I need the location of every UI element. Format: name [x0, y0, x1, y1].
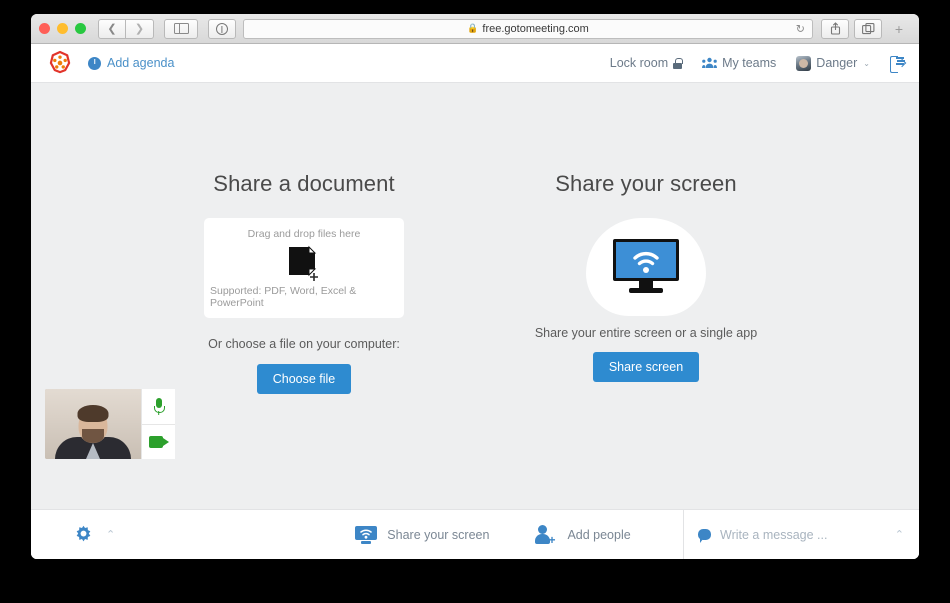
lock-icon: 🔒 — [467, 23, 479, 33]
camera-icon — [148, 436, 169, 448]
monitor-wifi-icon — [613, 239, 679, 293]
share-screen-illustration — [586, 218, 706, 316]
show-tabs-button[interactable] — [854, 18, 882, 39]
share-screen-subtitle: Share your entire screen or a single app — [534, 326, 758, 340]
chat-bubble-icon — [698, 529, 711, 543]
share-icon — [830, 22, 840, 35]
toggle-microphone-button[interactable] — [142, 389, 175, 424]
file-dropzone[interactable]: Drag and drop files here Supported: PDF,… — [204, 218, 404, 318]
share-screen-button[interactable]: Share screen — [592, 352, 700, 382]
share-screen-panel: Share your screen Share your entire scre… — [506, 171, 786, 394]
back-button[interactable]: ❮ — [98, 18, 126, 39]
user-name-label: Danger — [816, 56, 858, 70]
dropzone-hint: Drag and drop files here — [247, 228, 361, 240]
monitor-stand — [361, 540, 372, 544]
chevron-down-icon: ⌄ — [863, 58, 870, 68]
my-teams-label: My teams — [722, 56, 777, 70]
add-agenda-button[interactable]: Add agenda — [88, 56, 174, 70]
microphone-stem — [157, 411, 160, 415]
dropzone-supported-formats: Supported: PDF, Word, Excel & PowerPoint — [210, 285, 357, 309]
meeting-app: Add agenda Lock room My teams Danger ⌄ S… — [31, 44, 919, 559]
plus-glyph: + — [548, 532, 556, 547]
browser-toolbar-right: + — [821, 18, 911, 39]
gotomeeting-logo — [49, 50, 71, 74]
video-person-hair — [77, 405, 109, 422]
self-video-strip — [45, 389, 175, 459]
lock-room-button[interactable]: Lock room — [609, 56, 683, 70]
video-person-beard — [82, 429, 104, 443]
share-screen-title: Share your screen — [555, 171, 737, 196]
browser-toolbar: ❮ ❯ 🔒 free.gotomeeting.com ↻ + — [31, 14, 919, 44]
monitor-screen — [355, 525, 378, 540]
address-bar[interactable]: 🔒 free.gotomeeting.com ↻ — [243, 18, 813, 39]
chevron-right-icon: ❯ — [134, 23, 145, 35]
person-add-icon: + — [535, 524, 557, 547]
chat-input-group: ⌃ — [684, 510, 919, 559]
page-info-button[interactable] — [208, 18, 236, 39]
choose-file-button[interactable]: Choose file — [256, 364, 352, 394]
add-people-label: Add people — [567, 527, 631, 542]
share-button[interactable] — [821, 18, 849, 39]
chevron-left-icon: ❮ — [107, 23, 117, 35]
browser-window: ❮ ❯ 🔒 free.gotomeeting.com ↻ + Add agend… — [31, 14, 919, 559]
info-circle-icon — [88, 56, 101, 70]
share-document-panel: Share a document Drag and drop files her… — [164, 171, 444, 394]
chat-message-input[interactable] — [720, 527, 886, 542]
document-add-icon — [289, 245, 318, 281]
toggle-camera-button[interactable] — [142, 424, 175, 459]
share-document-title: Share a document — [213, 171, 395, 196]
bottom-left-group: ⌃ — [31, 510, 303, 559]
my-teams-button[interactable]: My teams — [702, 56, 776, 70]
forward-button[interactable]: ❯ — [126, 18, 154, 39]
monitor-wifi-icon — [355, 525, 378, 544]
gear-icon[interactable] — [74, 525, 93, 544]
app-header: Add agenda Lock room My teams Danger ⌄ — [31, 44, 919, 83]
maximize-window-button[interactable] — [75, 23, 86, 34]
main-content: Share a document Drag and drop files her… — [31, 83, 919, 509]
logout-icon — [897, 58, 907, 68]
bottom-toolbar: ⌃ Share your screen + Add people Write a… — [31, 509, 919, 559]
self-video-thumbnail[interactable] — [45, 389, 141, 459]
person-head — [538, 524, 548, 534]
or-choose-label: Or choose a file on your computer: — [208, 337, 400, 351]
bottom-center-group: Share your screen + Add people — [303, 510, 684, 559]
browser-nav-group: ❮ ❯ — [98, 18, 154, 39]
minimize-window-button[interactable] — [57, 23, 68, 34]
sidebar-toggle-icon — [173, 23, 189, 34]
add-people-action[interactable]: + Add people — [535, 524, 631, 547]
new-tab-button[interactable]: + — [887, 19, 911, 39]
people-icon — [702, 57, 718, 68]
add-agenda-label: Add agenda — [107, 56, 175, 70]
share-your-screen-label: Share your screen — [387, 527, 490, 542]
info-icon — [216, 22, 228, 35]
wifi-glyph — [360, 529, 373, 539]
logout-button[interactable] — [890, 55, 907, 73]
microphone-icon — [153, 398, 165, 415]
lock-room-label: Lock room — [609, 56, 669, 70]
tabs-overview-icon — [861, 22, 874, 34]
address-bar-content: 🔒 free.gotomeeting.com — [467, 23, 589, 35]
user-avatar — [796, 55, 812, 71]
share-your-screen-action[interactable]: Share your screen — [355, 525, 490, 544]
user-menu-button[interactable]: Danger ⌄ — [796, 55, 870, 71]
chat-chevron-up-icon[interactable]: ⌃ — [895, 528, 904, 541]
settings-chevron-up-icon[interactable]: ⌃ — [106, 528, 115, 541]
reload-icon[interactable]: ↻ — [796, 22, 805, 35]
lock-icon — [673, 57, 683, 69]
sidebar-toggle-button[interactable] — [164, 18, 198, 39]
header-actions: Lock room My teams Danger ⌄ — [609, 55, 907, 73]
video-controls — [141, 389, 175, 459]
window-traffic-lights — [39, 23, 86, 34]
share-panels: Share a document Drag and drop files her… — [31, 171, 919, 394]
close-window-button[interactable] — [39, 23, 50, 34]
address-bar-url: free.gotomeeting.com — [482, 22, 589, 35]
